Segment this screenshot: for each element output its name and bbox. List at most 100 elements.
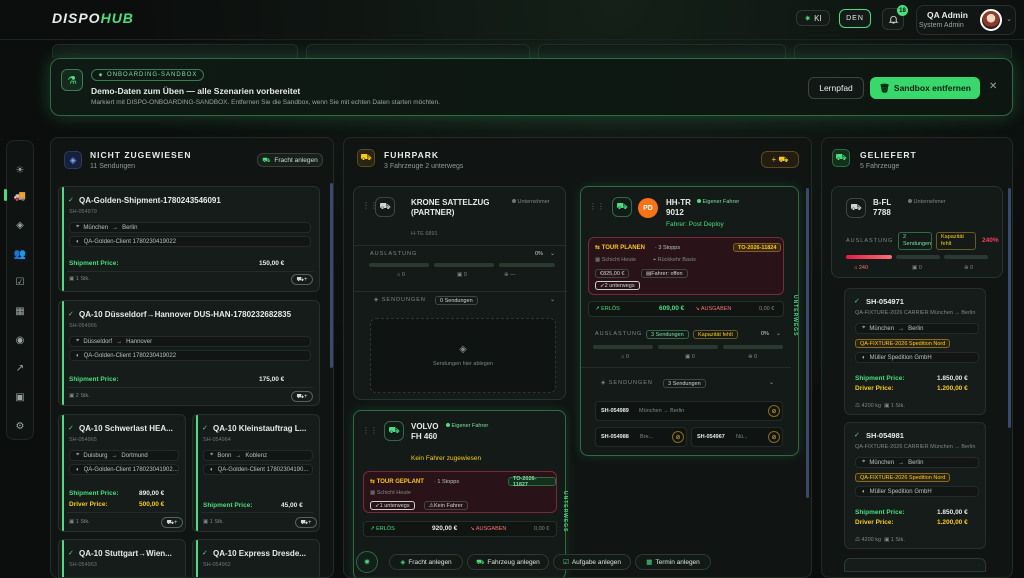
vehicle-card[interactable]: ⋮⋮ ⛟ KRONE SATTELZUG (PARTNER) H-TE 6891… bbox=[353, 186, 567, 400]
shipment-card[interactable]: ✓ SH-054971 QA-FIXTURE-2026 CARRIER Münc… bbox=[844, 288, 986, 415]
close-icon[interactable]: ✕ bbox=[989, 81, 997, 92]
add-vehicle-button[interactable]: + ⛟ bbox=[761, 151, 799, 168]
assigned-shipment[interactable]: SH-054988 Bre... ⊘ bbox=[595, 427, 687, 447]
tour-stops: · 3 Stopps bbox=[655, 245, 681, 251]
truck-icon: ⛟ bbox=[357, 149, 375, 167]
assign-button[interactable]: ⛟+ bbox=[295, 517, 317, 528]
drop-zone[interactable]: ◈ Sendungen hier ablegen bbox=[370, 318, 556, 393]
box-icon: ▣ bbox=[203, 519, 210, 525]
load-percent: 240% bbox=[982, 237, 999, 244]
assign-button[interactable]: ⛟+ bbox=[161, 517, 183, 528]
shipment-card[interactable]: ✓ QA-10 Schwerlast HEA... SH-054965 ⌖ Dui… bbox=[58, 414, 186, 532]
lernpfad-button[interactable]: Lernpfad bbox=[808, 77, 864, 99]
divider bbox=[354, 291, 567, 292]
assign-button[interactable]: ⛟+ bbox=[291, 391, 313, 402]
shipments-header[interactable]: ◈ SENDUNGEN bbox=[601, 380, 653, 386]
tour-card[interactable]: ⇆ TOUR GEPLANT · 1 Stopps TO-2026-11827 … bbox=[363, 471, 557, 513]
price-label: Shipment Price: bbox=[203, 502, 253, 509]
tour-header: ⇆ TOUR PLANEN bbox=[595, 244, 645, 251]
truck-icon[interactable]: 🚚 bbox=[11, 187, 29, 205]
divider bbox=[354, 245, 567, 246]
tour-card[interactable]: ⇆ TOUR PLANEN · 3 Stopps TO-2026-11824 ▦… bbox=[588, 237, 784, 295]
vehicle-card[interactable]: ⛟ B-FL 7788 Unternehmer AUSLASTUNG 2 Sen… bbox=[831, 186, 1003, 278]
status-icon[interactable]: ⊘ bbox=[768, 431, 780, 443]
ki-button[interactable]: ✷ KI bbox=[796, 10, 830, 26]
checklist-icon[interactable]: ☑ bbox=[11, 273, 29, 291]
quick-add-freight-button[interactable]: ◈ Fracht anlegen bbox=[389, 554, 463, 570]
scrollbar[interactable] bbox=[330, 183, 333, 368]
vehicle-type-label: Eigener Fahrer bbox=[702, 199, 740, 205]
pin-icon: ⌖ bbox=[862, 459, 866, 465]
quick-add-vehicle-button[interactable]: ⛟ Fahrzeug anlegen bbox=[467, 554, 549, 570]
status-icon[interactable]: ⊘ bbox=[672, 431, 684, 443]
drag-handle-icon[interactable]: ⋮⋮ bbox=[362, 426, 378, 435]
shipments-header[interactable]: ◈ SENDUNGEN bbox=[374, 297, 426, 303]
status-dot bbox=[512, 199, 516, 203]
shipment-card[interactable]: ✓ QA-10 Stuttgart→Wien... SH-054963 bbox=[58, 539, 186, 577]
quick-add-task-button[interactable]: ☑ Aufgabe anlegen bbox=[553, 554, 631, 570]
user-circle-icon[interactable]: ◉ bbox=[11, 331, 29, 349]
card-title: QA-10 Kleinstauftrag L... bbox=[213, 424, 307, 433]
app-logo[interactable]: DISPOHUB bbox=[52, 10, 134, 26]
shipment-card[interactable]: ✓ QA-10 Express Dresde... SH-054962 bbox=[192, 539, 320, 577]
assigned-shipment[interactable]: SH-054989 München → Berlin ⊘ bbox=[595, 401, 783, 421]
ghost-tab bbox=[538, 44, 786, 58]
capacity-badge: Kapazität fehlt bbox=[693, 330, 738, 339]
client-icon: ◐ bbox=[862, 354, 866, 361]
add-freight-button[interactable]: ⛟ Fracht anlegen bbox=[257, 153, 323, 167]
box-icon: ◈ bbox=[459, 344, 467, 355]
logo-accent: HUB bbox=[100, 10, 134, 26]
price-label: Shipment Price: bbox=[855, 509, 905, 516]
status-icon[interactable]: ⊘ bbox=[768, 405, 780, 417]
vehicle-card[interactable]: ⋮⋮ ⛟ PD HH-TR 9012 Eigener Fahrer Fahrer… bbox=[580, 186, 799, 456]
divider bbox=[581, 367, 791, 368]
truck-icon: ⛟ bbox=[832, 149, 850, 167]
truck-plus-icon: ⛟ bbox=[262, 156, 271, 164]
vehicle-type: Unternehmer bbox=[512, 199, 550, 205]
drag-handle-icon[interactable]: ⋮⋮ bbox=[589, 202, 605, 211]
scrollbar[interactable] bbox=[1008, 188, 1011, 428]
tour-driver-label: Fahrer: offen bbox=[651, 270, 683, 277]
shipment-card[interactable]: ✓ QA-10 Kleinstauftrag L... SH-054964 ⌖ B… bbox=[192, 414, 320, 532]
quick-add-appointment-button[interactable]: ▦ Termin anlegen bbox=[635, 554, 711, 570]
card-meta-text: 1 Stk. bbox=[890, 537, 905, 543]
client-name: QA-Golden-Client 1780230419022 bbox=[83, 352, 177, 359]
count-value: 0 bbox=[401, 272, 405, 278]
calendar-icon[interactable]: ▦ bbox=[11, 302, 29, 320]
users-icon[interactable]: 👥 bbox=[11, 245, 29, 263]
language-selector[interactable]: DEN bbox=[839, 9, 871, 28]
assign-button[interactable]: ⛟+ bbox=[291, 274, 313, 285]
remove-sandbox-button[interactable]: 🗑 Sandbox entfernen bbox=[870, 77, 980, 99]
divider bbox=[67, 271, 313, 272]
shipment-route: Bre... bbox=[640, 434, 654, 440]
sandbox-tag-label: ONBOARDING-SANDBOX bbox=[107, 72, 198, 78]
truck-icon: ⛟ bbox=[846, 198, 866, 218]
sun-icon[interactable]: ☀ bbox=[11, 161, 29, 179]
route-to: Berlin bbox=[122, 224, 138, 231]
notifications-button[interactable]: 18 bbox=[882, 5, 908, 30]
trend-icon[interactable]: ↗ bbox=[11, 359, 29, 377]
scrollbar[interactable] bbox=[806, 188, 809, 498]
card-accent bbox=[196, 415, 198, 531]
gear-icon[interactable]: ⚙ bbox=[11, 417, 29, 435]
sparkle-icon[interactable]: ✷ bbox=[356, 551, 378, 573]
sandbox-tag: ✷ ONBOARDING-SANDBOX bbox=[91, 69, 205, 81]
status-dot bbox=[697, 199, 701, 203]
shipment-card[interactable]: ✓ QA-10 Düsseldorf→Hannover DUS-HAN-1780… bbox=[58, 300, 320, 406]
shipment-id: SH-054989 bbox=[601, 408, 629, 414]
assigned-shipment[interactable]: SH-054967 Nü... ⊘ bbox=[691, 427, 783, 447]
vehicle-name: VOLVO FH 460 bbox=[411, 422, 439, 441]
chevron-down-icon: ⌄ bbox=[1006, 16, 1012, 23]
tour-transit-label: 1 unterwegs bbox=[379, 502, 410, 509]
card-id: SH-054963 bbox=[69, 562, 97, 568]
client-icon: ◐ bbox=[210, 466, 214, 473]
shipment-card[interactable]: ✓ QA-Golden-Shipment-1780243546091 SH-05… bbox=[58, 186, 320, 292]
box-icon: ◈ bbox=[601, 380, 609, 386]
user-menu[interactable]: QA Admin System Admin ⌄ bbox=[916, 5, 1016, 35]
more-card[interactable] bbox=[844, 558, 986, 572]
load-bar bbox=[434, 263, 494, 267]
box-icon: ▣ bbox=[69, 519, 76, 525]
shipment-card[interactable]: ✓ SH-054981 QA-FIXTURE-2026 CARRIER Münc… bbox=[844, 422, 986, 549]
grid-icon[interactable]: ▣ bbox=[11, 388, 29, 406]
box-icon[interactable]: ◈ bbox=[11, 216, 29, 234]
